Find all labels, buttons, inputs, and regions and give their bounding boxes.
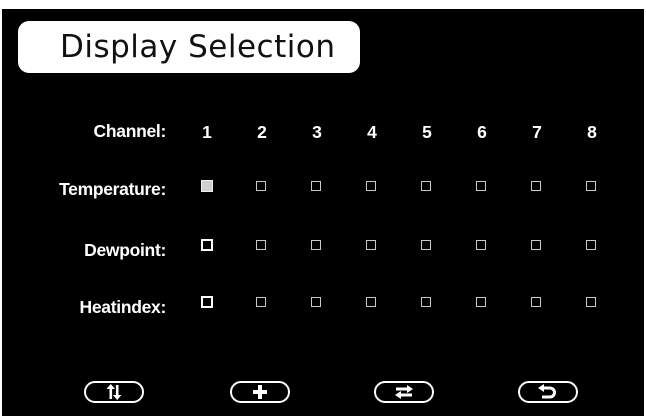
add-button[interactable]: [230, 381, 290, 403]
heatindex-channel-2-checkbox[interactable]: [256, 297, 266, 307]
heatindex-channel-1-checkbox[interactable]: [201, 296, 213, 308]
channel-number-1: 1: [202, 122, 212, 142]
temperature-channel-6-checkbox[interactable]: [476, 181, 486, 191]
dewpoint-channel-7-checkbox[interactable]: [531, 240, 541, 250]
temperature-channel-2-checkbox[interactable]: [256, 181, 266, 191]
temperature-channel-1-checkbox[interactable]: [201, 180, 213, 192]
plus-icon: [253, 385, 267, 399]
dewpoint-channel-4-checkbox[interactable]: [366, 240, 376, 250]
heatindex-channel-4-checkbox[interactable]: [366, 297, 376, 307]
channel-number-5: 5: [422, 122, 432, 142]
channel-number-3: 3: [312, 122, 322, 142]
temperature-channel-3-checkbox[interactable]: [311, 181, 321, 191]
heatindex-channel-6-checkbox[interactable]: [476, 297, 486, 307]
dewpoint-channel-5-checkbox[interactable]: [421, 240, 431, 250]
dewpoint-channel-8-checkbox[interactable]: [586, 240, 596, 250]
return-arrow-icon: [538, 384, 556, 399]
up-down-button[interactable]: [84, 381, 144, 403]
channel-number-4: 4: [367, 122, 377, 142]
temperature-channel-4-checkbox[interactable]: [366, 181, 376, 191]
dewpoint-channel-2-checkbox[interactable]: [256, 240, 266, 250]
temperature-channel-5-checkbox[interactable]: [421, 181, 431, 191]
channel-number-6: 6: [477, 122, 487, 142]
swap-arrows-icon: [395, 385, 413, 399]
swap-button[interactable]: [374, 381, 434, 403]
temperature-channel-7-checkbox[interactable]: [531, 181, 541, 191]
display-screen: Display Selection Channel: Temperature: …: [2, 9, 644, 416]
temperature-label: Temperature:: [59, 179, 166, 199]
channel-number-2: 2: [257, 122, 267, 142]
dewpoint-channel-6-checkbox[interactable]: [476, 240, 486, 250]
dewpoint-channel-3-checkbox[interactable]: [311, 240, 321, 250]
heatindex-channel-8-checkbox[interactable]: [586, 297, 596, 307]
page-title: Display Selection: [60, 29, 336, 65]
channel-number-8: 8: [587, 122, 597, 142]
heatindex-channel-7-checkbox[interactable]: [531, 297, 541, 307]
return-button[interactable]: [518, 381, 578, 403]
channel-label: Channel:: [93, 121, 167, 141]
channel-number-7: 7: [532, 122, 542, 142]
up-down-arrows-icon: [106, 384, 122, 400]
dewpoint-channel-1-checkbox[interactable]: [201, 239, 213, 251]
heatindex-channel-5-checkbox[interactable]: [421, 297, 431, 307]
dewpoint-label: Dewpoint:: [84, 240, 166, 260]
heatindex-channel-3-checkbox[interactable]: [311, 297, 321, 307]
heatindex-label: Heatindex:: [79, 297, 167, 317]
title-box: Display Selection: [18, 21, 360, 73]
temperature-channel-8-checkbox[interactable]: [586, 181, 596, 191]
